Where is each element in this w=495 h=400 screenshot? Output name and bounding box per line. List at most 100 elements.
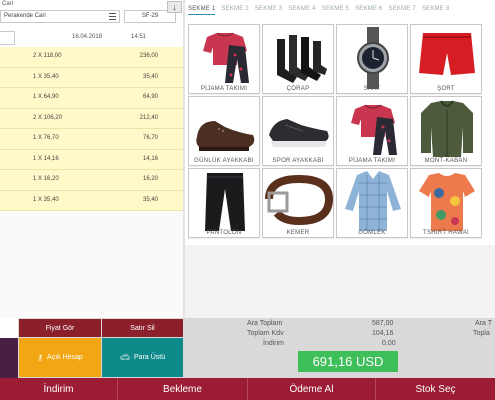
item-qty: 2 X 118,00 [33, 53, 62, 59]
item-total: 35,40 [142, 73, 158, 80]
product-tile[interactable]: ŞORT [410, 24, 482, 94]
product-label: GÜNLÜK AYAKKABI [194, 158, 254, 164]
sneaker-icon [269, 119, 329, 147]
pajama-icon [351, 104, 397, 155]
order-item-row[interactable]: 2 X 106,20 212,40 [0, 108, 183, 129]
tab-sekme-5[interactable]: SEKME 5 [322, 6, 349, 12]
item-total: 212,40 [139, 114, 158, 121]
product-label: ÇORAP [286, 86, 310, 92]
time: 14:51 [131, 34, 147, 40]
item-qty: 1 X 76,70 [33, 135, 59, 141]
take-payment-label: Ödeme Al [289, 383, 334, 395]
product-tile[interactable]: MONT-KABAN [410, 96, 482, 166]
product-tile[interactable]: ÇORAP [262, 24, 334, 94]
open-account-button[interactable]: ⚷ Açık Hesap [19, 338, 101, 377]
blank-cell-dark [0, 338, 18, 378]
order-item-row[interactable]: 2 X 118,00 236,00 [0, 47, 183, 68]
cari-label: Cari [2, 1, 14, 7]
item-total: 35,40 [142, 196, 158, 203]
date: 16.04.2018 [72, 34, 103, 40]
belt-icon [265, 174, 333, 226]
discount-button[interactable]: İndirim [0, 378, 118, 400]
tab-sekme-3[interactable]: SEKME 3 [255, 6, 282, 12]
open-account-label: Açık Hesap [47, 354, 83, 361]
price-check-button[interactable]: Fiyat Gör [19, 319, 101, 337]
change-label: Para Üstü [134, 354, 166, 361]
down-arrow-icon[interactable]: ↓ [167, 1, 182, 13]
blank-cell [0, 318, 18, 338]
product-tile[interactable]: PANTOLON [188, 168, 260, 238]
product-tile[interactable]: GÜNLÜK AYAKKABI [188, 96, 260, 166]
subtotal-value: 587,00 [372, 320, 394, 327]
item-qty: 1 X 14,16 [33, 155, 59, 162]
product-tile[interactable]: PİJAMA TAKIMI [188, 24, 260, 94]
order-item-row[interactable]: 1 X 35,40 35,40 [0, 190, 183, 211]
take-payment-button[interactable]: Ödeme Al [248, 378, 376, 400]
item-qty: 1 X 64,90 [33, 94, 59, 100]
product-label: PANTOLON [206, 230, 242, 236]
product-tile[interactable]: PİJAMA TAKIMI [336, 96, 408, 166]
order-item-row[interactable]: 1 X 16,20 16,20 [0, 170, 183, 191]
grid-empty-area [185, 245, 495, 318]
date-box[interactable] [0, 31, 15, 45]
tshirt-icon [419, 173, 475, 231]
watch-icon [357, 27, 389, 89]
date-row: 16.04.2018 14:51 [0, 31, 183, 45]
hold-button-label: Bekleme [163, 383, 202, 395]
delete-row-button[interactable]: Satır Sil [102, 319, 183, 337]
footer: Fiyat Gör Satır Sil ⚷ Açık Hesap 🚗︎ Para… [0, 318, 495, 400]
tax-label: Toplam Kdv [247, 330, 284, 337]
product-label: ŞORT [437, 86, 455, 92]
customer-select[interactable]: Perakende Cari [0, 10, 120, 23]
product-tile[interactable]: GÖMLEK [336, 168, 408, 238]
product-tile[interactable]: KEMER [262, 168, 334, 238]
select-stock-button[interactable]: Stok Seç [376, 378, 495, 400]
jacket-icon [421, 100, 473, 157]
select-stock-label: Stok Seç [415, 383, 456, 395]
product-label: GÖMLEK [358, 230, 386, 236]
discount-label: İndirim [263, 340, 285, 347]
tab-sekme-7[interactable]: SEKME 7 [389, 6, 416, 12]
list-icon[interactable] [109, 13, 116, 20]
item-total: 76,70 [142, 135, 158, 141]
item-qty: 1 X 16,20 [33, 176, 59, 182]
category-tabs: SEKME 1 SEKME 2 SEKME 3 SEKME 4 SEKME 5 SEKME… [188, 5, 455, 19]
order-item-row[interactable]: 1 X 14,16 14,16 [0, 149, 183, 170]
product-label: PİJAMA TAKIMI [348, 158, 396, 164]
tab-sekme-6[interactable]: SEKME 6 [355, 6, 382, 12]
product-tile[interactable]: TSHIRT HAWAI [410, 168, 482, 238]
order-item-row[interactable]: 1 X 76,70 76,70 [0, 129, 183, 150]
hold-button[interactable]: Bekleme [118, 378, 248, 400]
item-total: 236,00 [139, 53, 158, 59]
item-total: 64,90 [142, 94, 158, 100]
key-icon: ⚷ [37, 353, 44, 362]
product-tile[interactable]: SAAT [336, 24, 408, 94]
total-label-right: Topla [473, 330, 490, 337]
customer-name: Perakende Cari [4, 13, 46, 19]
order-items: 2 X 118,00 236,00 1 X 35,40 35,40 1 X 64,9… [0, 47, 183, 211]
order-panel: Cari Perakende Cari SF-29 ↓ 16.04.2018 1… [0, 0, 183, 318]
product-label: SPOR AYAKKABI [272, 158, 324, 164]
order-item-row[interactable]: 1 X 35,40 35,40 [0, 67, 183, 88]
tab-sekme-8[interactable]: SEKME 8 [422, 6, 449, 12]
product-tile[interactable]: SPOR AYAKKABI [262, 96, 334, 166]
tab-sekme-1[interactable]: SEKME 1 [188, 6, 216, 15]
pajama-icon [203, 32, 249, 83]
bottom-action-bar: İndirim Bekleme Ödeme Al Stok Seç [0, 378, 495, 400]
product-label: TSHIRT HAWAI [423, 230, 469, 236]
tab-sekme-4[interactable]: SEKME 4 [288, 6, 315, 12]
grand-total: 691,16 USD [298, 351, 398, 372]
product-label: SAAT [363, 86, 381, 92]
change-button[interactable]: 🚗︎ Para Üstü [102, 338, 183, 377]
car-icon: 🚗︎ [119, 353, 131, 362]
socks-icon [277, 35, 327, 83]
item-total: 14,16 [142, 155, 158, 162]
item-qty: 2 X 106,20 [33, 114, 63, 121]
subtotal-label-right: Ara T [475, 320, 492, 327]
price-check-label: Fiyat Gör [45, 324, 75, 332]
order-item-row[interactable]: 1 X 64,90 64,90 [0, 88, 183, 109]
discount-button-label: İndirim [43, 383, 74, 395]
tax-value: 104,16 [372, 330, 394, 337]
subtotal-label: Ara Toplam [247, 320, 283, 327]
tab-sekme-2[interactable]: SEKME 2 [221, 6, 248, 12]
